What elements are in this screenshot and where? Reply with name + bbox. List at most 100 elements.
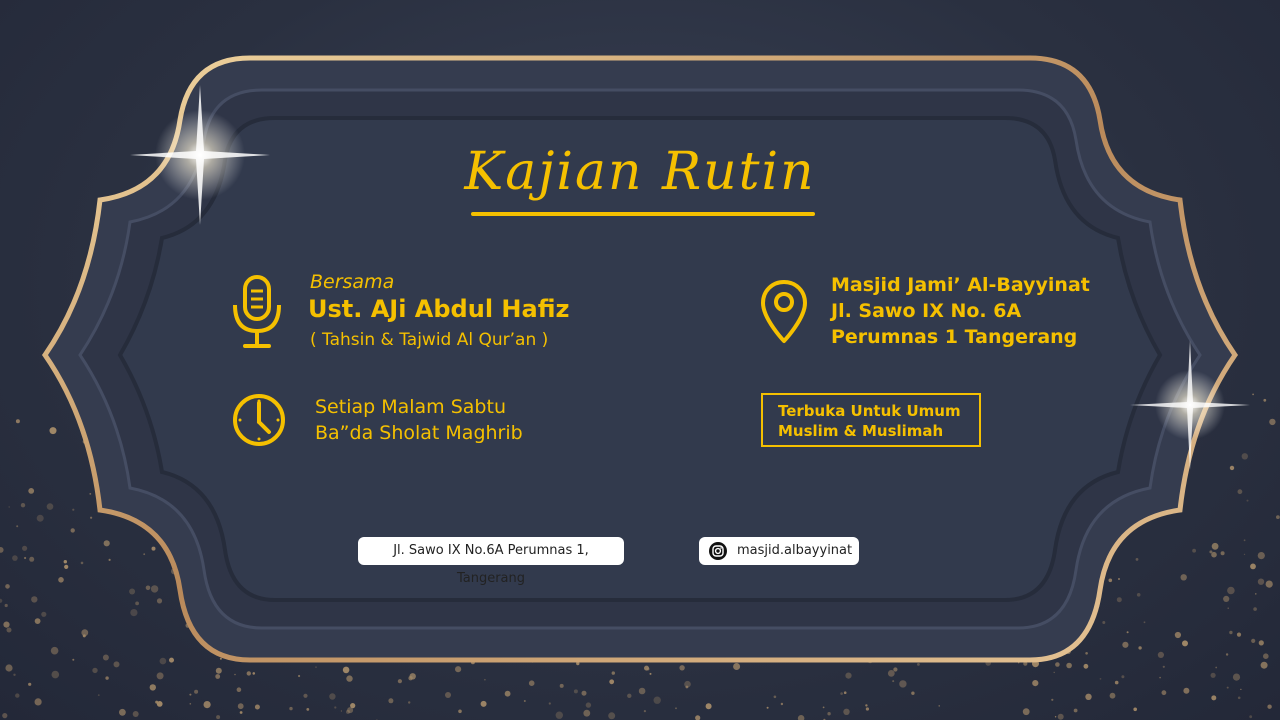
gold-speckle [1209, 550, 1213, 554]
gold-speckle [1161, 690, 1167, 696]
gold-speckle [113, 661, 120, 668]
gold-speckle [34, 618, 41, 624]
gold-speckle [766, 706, 769, 709]
gold-speckle [1223, 595, 1230, 603]
gold-speckle [1237, 489, 1243, 495]
gold-speckle [239, 711, 243, 714]
gold-speckle [1121, 675, 1125, 679]
gold-speckle [1263, 653, 1269, 659]
gold-speckle [143, 553, 146, 556]
gold-speckle [917, 663, 920, 666]
gold-speckle [145, 585, 151, 591]
gold-speckle [865, 704, 868, 707]
gold-speckle [843, 708, 850, 715]
gold-speckle [1260, 661, 1268, 669]
gold-speckle [458, 709, 462, 714]
decorative-frame [0, 55, 1280, 720]
location-city: Perumnas 1 Tangerang [831, 326, 1078, 348]
gold-speckle [1143, 621, 1146, 624]
location-street: Jl. Sawo IX No. 6A [831, 300, 1022, 322]
gold-speckle [1114, 680, 1119, 685]
page-title: Kajian Rutin [464, 142, 816, 202]
gold-speckle [480, 700, 487, 707]
gold-speckle [237, 703, 244, 710]
gold-speckle [334, 706, 337, 709]
gold-speckle [1032, 680, 1039, 687]
clock-icon [233, 394, 285, 446]
gold-speckle [1126, 631, 1129, 634]
gold-speckle [583, 709, 591, 717]
gold-speckle [1122, 641, 1129, 648]
gold-speckle [679, 665, 685, 671]
gold-speckle [705, 703, 712, 710]
gold-speckle [0, 547, 4, 553]
gold-speckle [1055, 662, 1060, 667]
gold-speckle [649, 672, 652, 675]
gold-speckle [1073, 708, 1078, 713]
gold-speckle [70, 528, 75, 533]
gold-speckle [1159, 676, 1161, 679]
gold-speckle [306, 708, 310, 711]
schedule-time: Ba”da Sholat Maghrib [315, 422, 523, 444]
gold-speckle [5, 584, 10, 589]
gold-speckle [840, 692, 843, 695]
gold-speckle [189, 703, 192, 705]
gold-speckle [559, 683, 564, 688]
gold-speckle [611, 671, 615, 675]
gold-speckle [609, 679, 615, 685]
gold-speckle [159, 657, 167, 665]
gold-speckle [1249, 715, 1253, 719]
gold-speckle [234, 673, 236, 676]
gold-speckle [1226, 686, 1229, 689]
gold-speckle [1210, 672, 1216, 678]
gold-speckle [1182, 640, 1188, 647]
gold-speckle [1225, 653, 1229, 656]
gold-speckle [1102, 621, 1106, 624]
gold-speckle [41, 611, 47, 617]
gold-speckle [58, 577, 64, 583]
gold-speckle [4, 603, 8, 608]
gold-speckle [252, 672, 256, 675]
gold-speckle [13, 673, 16, 676]
gold-speckle [1243, 553, 1246, 556]
gold-speckle [315, 666, 317, 668]
gold-speckle [5, 664, 13, 672]
gold-speckle [156, 672, 164, 680]
location-name: Masjid Jami’ Al-Bayyinat [831, 274, 1090, 296]
gold-speckle [911, 691, 915, 695]
gold-speckle [6, 627, 12, 633]
gold-speckle [49, 427, 57, 435]
schedule-day: Setiap Malam Sabtu [315, 396, 506, 418]
gold-speckle [215, 674, 221, 679]
gold-speckle [1265, 580, 1273, 588]
gold-speckle [685, 685, 689, 689]
instagram-handle: masjid.albayyinat [737, 543, 853, 558]
gold-speckle [89, 493, 92, 495]
gold-speckle [445, 692, 451, 698]
gold-speckle [1083, 663, 1089, 669]
gold-speckle [132, 711, 139, 717]
gold-speckle [340, 710, 342, 712]
gold-speckle [80, 561, 84, 565]
instagram-icon [709, 542, 727, 560]
gold-speckle [585, 702, 592, 708]
gold-speckle [28, 488, 35, 494]
gold-speckle [1251, 638, 1256, 644]
gold-speckle [893, 667, 898, 672]
gold-speckle [899, 680, 907, 688]
gold-speckle [1051, 698, 1054, 701]
gold-speckle [203, 701, 211, 709]
gold-speckle [455, 666, 462, 673]
gold-speckle [733, 663, 741, 670]
gold-speckle [92, 667, 98, 674]
gold-speckle [149, 684, 156, 691]
gold-speckle [581, 690, 587, 696]
gold-speckle [105, 676, 109, 680]
gold-speckle [16, 525, 19, 528]
gold-speckle [15, 419, 20, 424]
gold-speckle [236, 687, 242, 692]
speaker-prefix: Bersama [310, 271, 395, 293]
gold-speckle [254, 704, 260, 710]
gold-speckle [329, 693, 336, 700]
gold-speckle [156, 598, 163, 604]
